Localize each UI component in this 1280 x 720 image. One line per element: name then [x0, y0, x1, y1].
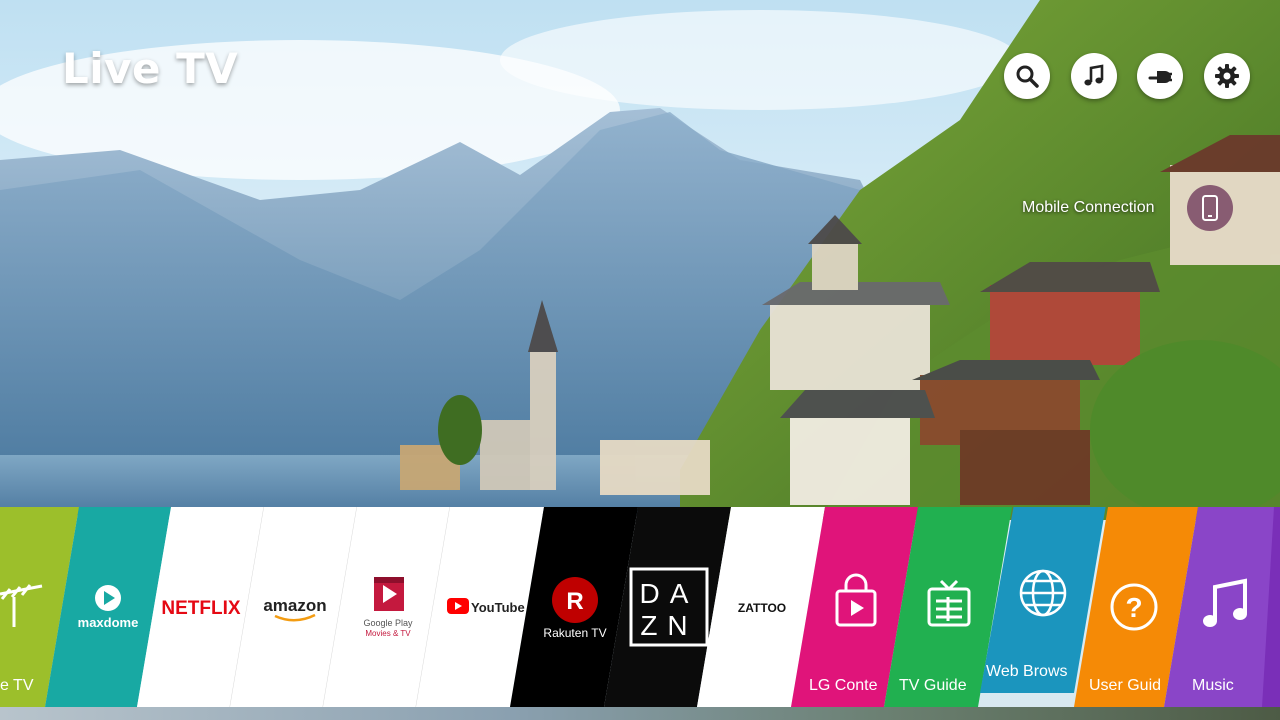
gear-icon: [1215, 64, 1239, 88]
zattoo-logo: ZATTOO: [738, 601, 786, 615]
svg-text:ZN: ZN: [640, 610, 697, 641]
google-play-movies-icon: [374, 577, 404, 611]
rakuten-logo: Rakuten TV: [543, 626, 606, 640]
input-button[interactable]: [1137, 53, 1183, 99]
page-title: Live TV: [62, 44, 239, 93]
mobile-connection-label: Mobile Connection: [1022, 199, 1155, 216]
maxdome-logo: maxdome: [78, 615, 139, 630]
netflix-logo: NETFLIX: [161, 598, 240, 619]
bottom-strip: [0, 707, 1280, 720]
tile-label-web-browser: Web Brows: [986, 663, 1068, 680]
launcher-bar: e TV maxdome NETFLIX amazon Google Play …: [0, 507, 1280, 707]
svg-text:?: ?: [1125, 592, 1142, 623]
tile-label-tv-guide: TV Guide: [899, 677, 967, 694]
tile-label-lg-content: LG Conte: [809, 677, 878, 694]
tile-label-user-guide: User Guid: [1089, 677, 1161, 694]
input-plug-icon: [1148, 71, 1172, 83]
music-button[interactable]: [1071, 53, 1117, 99]
search-icon: [1016, 65, 1039, 88]
google-play-sub: Movies & TV: [365, 629, 411, 638]
tile-label-music: Music: [1192, 677, 1234, 694]
search-button[interactable]: [1004, 53, 1050, 99]
svg-text:R: R: [566, 588, 583, 615]
amazon-logo: amazon: [263, 596, 326, 615]
tile-label-live-tv: e TV: [0, 677, 34, 694]
youtube-logo: YouTube: [471, 600, 525, 615]
dazn-logo: DA: [640, 578, 699, 609]
settings-button[interactable]: [1204, 53, 1250, 99]
google-play-logo: Google Play: [363, 618, 413, 628]
music-note-icon: [1084, 64, 1104, 86]
phone-icon: [1202, 195, 1218, 221]
mobile-connection-button[interactable]: [1187, 185, 1233, 231]
